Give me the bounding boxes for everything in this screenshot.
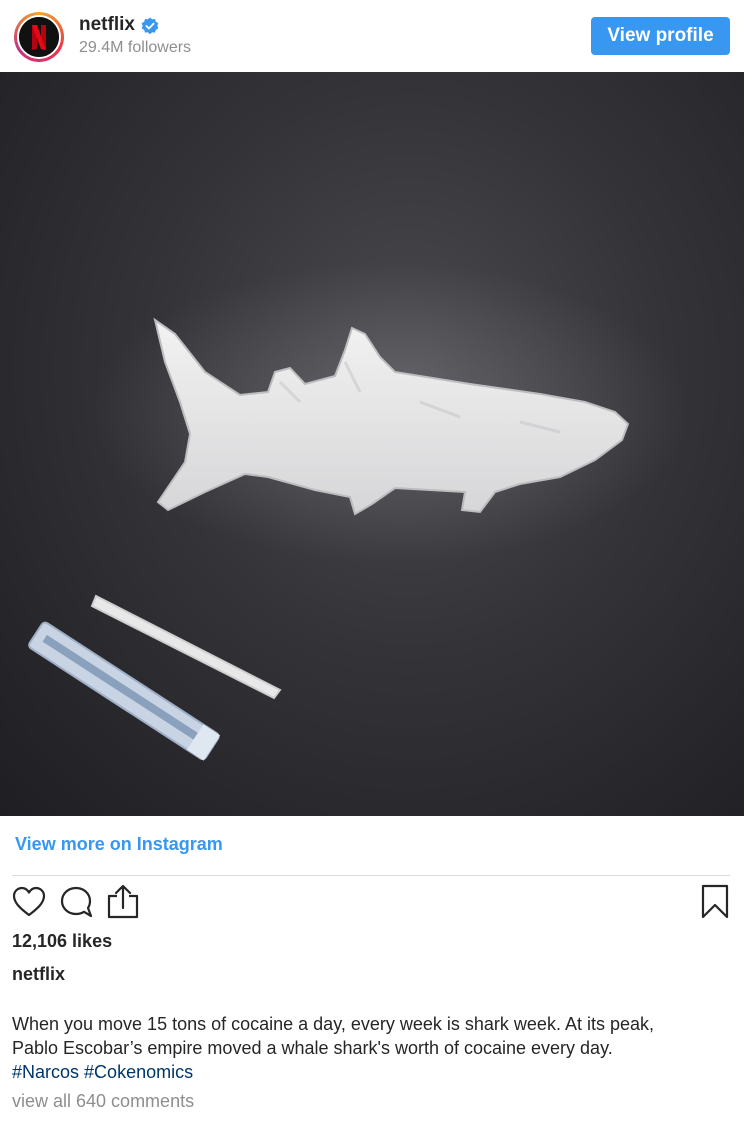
view-all-comments-link[interactable]: view all 640 comments <box>12 1091 194 1112</box>
divider <box>12 875 730 876</box>
post-caption: When you move 15 tons of cocaine a day, … <box>12 1012 732 1084</box>
post-header: netflix 29.4M followers View profile <box>0 0 744 72</box>
follower-count: 29.4M followers <box>79 39 192 56</box>
like-count[interactable]: 12,106 likes <box>12 931 112 952</box>
caption-line: When you move 15 tons of cocaine a day, … <box>12 1014 654 1034</box>
comment-icon[interactable] <box>58 886 94 925</box>
verified-badge-icon <box>141 17 159 40</box>
post-image-illustration <box>28 262 690 761</box>
netflix-logo-icon <box>17 15 61 59</box>
caption-username[interactable]: netflix <box>12 964 65 985</box>
caption-hashtags: #Narcos #Cokenomics <box>12 1060 732 1084</box>
view-more-on-instagram-link[interactable]: View more on Instagram <box>15 834 223 855</box>
post-image[interactable] <box>0 72 744 816</box>
view-profile-button[interactable]: View profile <box>591 17 730 55</box>
hashtag-link[interactable]: #Cokenomics <box>84 1062 193 1082</box>
caption-line: Pablo Escobar’s empire moved a whale sha… <box>12 1038 613 1058</box>
hashtag-link[interactable]: #Narcos <box>12 1062 79 1082</box>
heart-icon[interactable] <box>12 886 46 923</box>
bookmark-icon[interactable] <box>700 884 730 925</box>
avatar[interactable] <box>14 12 64 62</box>
share-icon[interactable] <box>106 884 140 925</box>
account-name[interactable]: netflix <box>79 14 135 36</box>
